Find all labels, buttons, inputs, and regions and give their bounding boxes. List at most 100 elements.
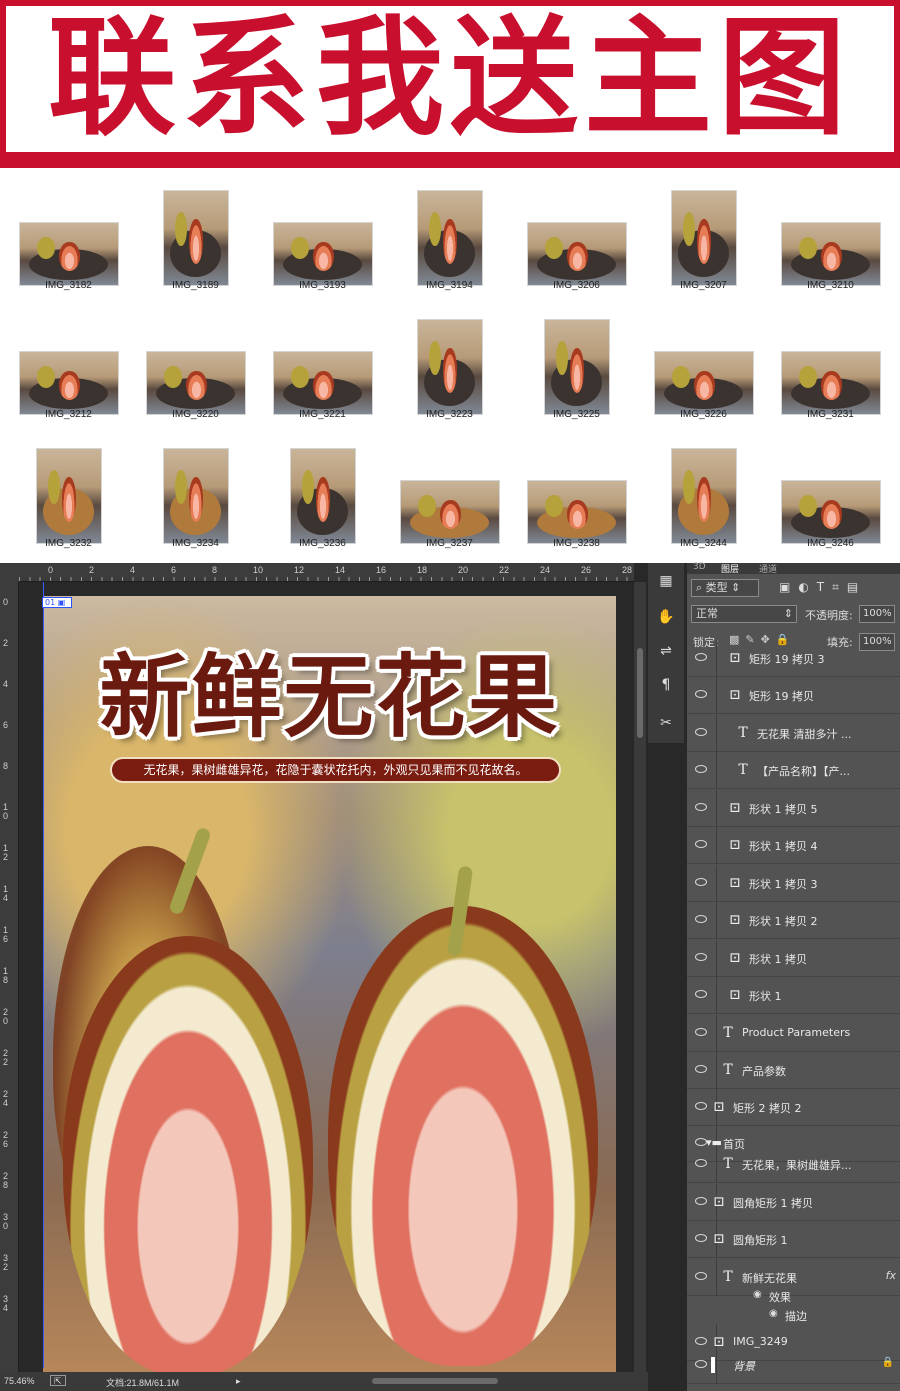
thumbnail-item[interactable]: IMG_3194 bbox=[386, 170, 513, 300]
visibility-eye-icon[interactable] bbox=[695, 1065, 707, 1073]
fig-left-image bbox=[63, 936, 313, 1376]
thumbnail-image bbox=[416, 319, 483, 415]
thumbnail-item[interactable]: IMG_3210 bbox=[767, 170, 894, 300]
visibility-eye-icon[interactable] bbox=[695, 803, 707, 811]
layer-row[interactable]: ⊡ 矩形 2 拷贝 2 bbox=[687, 1089, 900, 1126]
visibility-eye-icon[interactable] bbox=[695, 1159, 707, 1167]
effect-eye-icon[interactable]: ◉ bbox=[769, 1308, 778, 1319]
thumbnail-item[interactable]: IMG_3232 bbox=[5, 428, 132, 558]
visibility-eye-icon[interactable] bbox=[695, 1360, 707, 1368]
layer-row[interactable]: ⊡ 圆角矩形 1 拷贝 bbox=[687, 1184, 900, 1221]
layer-name: Product Parameters bbox=[742, 1026, 851, 1039]
scroll-thumb[interactable] bbox=[637, 648, 643, 738]
horizontal-scroll-thumb[interactable] bbox=[372, 1378, 498, 1384]
doc-size: 文档:21.8M/61.1M bbox=[106, 1378, 180, 1388]
adjust-icon[interactable]: ⇌ bbox=[656, 641, 676, 661]
artboard-canvas[interactable]: 新鲜无花果 无花果，果树雌雄异花，花隐于囊状花托内，外观只见果而不见花故名。 bbox=[43, 596, 616, 1382]
layer-filter-select[interactable]: ⌕ 类型 ⇕ bbox=[691, 579, 759, 597]
layer-row[interactable]: ◉ 效果 bbox=[687, 1286, 900, 1305]
fx-badge[interactable]: fx bbox=[886, 1269, 896, 1282]
thumbnail-item[interactable]: IMG_3234 bbox=[132, 428, 259, 558]
zoom-level[interactable]: 75.46% bbox=[4, 1376, 35, 1386]
visibility-eye-icon[interactable] bbox=[695, 1272, 707, 1280]
thumbnail-image bbox=[416, 190, 483, 286]
row-divider bbox=[716, 640, 717, 677]
paragraph-icon[interactable]: ¶ bbox=[656, 675, 676, 695]
visibility-eye-icon[interactable] bbox=[695, 690, 707, 698]
thumbnail-item[interactable]: IMG_3206 bbox=[513, 170, 640, 300]
thumbnail-item[interactable]: IMG_3220 bbox=[132, 299, 259, 429]
thumbnail-item[interactable]: IMG_3223 bbox=[386, 299, 513, 429]
ruler-tick-label: 28 bbox=[622, 565, 633, 575]
layer-row[interactable]: ⊡ 形状 1 拷贝 5 bbox=[687, 790, 900, 827]
ruler-tick-label: 12 bbox=[294, 565, 305, 575]
thumbnail-item[interactable]: IMG_3231 bbox=[767, 299, 894, 429]
visibility-eye-icon[interactable] bbox=[695, 653, 707, 661]
layer-row[interactable]: ⊡ 形状 1 拷贝 2 bbox=[687, 902, 900, 939]
visibility-eye-icon[interactable] bbox=[695, 878, 707, 886]
canvas-scrollbar[interactable] bbox=[634, 582, 646, 1372]
ruler-tick-label: 16 bbox=[376, 565, 387, 575]
layer-row[interactable]: T 无花果，果树雌雄异... bbox=[687, 1146, 900, 1183]
thumbnail-item[interactable]: IMG_3207 bbox=[640, 170, 767, 300]
ruler-tick-label: 24 bbox=[540, 565, 551, 575]
layer-row[interactable]: ⊡ 矩形 19 拷贝 bbox=[687, 677, 900, 714]
visibility-eye-icon[interactable] bbox=[695, 953, 707, 961]
layer-name: 产品参数 bbox=[742, 1065, 786, 1078]
layer-row[interactable]: T 无花果 清甜多汁 ... bbox=[687, 715, 900, 752]
blend-mode-select[interactable]: 正常 ⇕ bbox=[691, 605, 797, 623]
visibility-eye-icon[interactable] bbox=[695, 840, 707, 848]
thumbnail-item[interactable]: IMG_3225 bbox=[513, 299, 640, 429]
tool-preset-icon[interactable]: ✂ bbox=[656, 713, 676, 733]
visibility-eye-icon[interactable] bbox=[695, 728, 707, 736]
thumbnail-item[interactable]: IMG_3189 bbox=[132, 170, 259, 300]
layer-row[interactable]: ⊡ 形状 1 拷贝 4 bbox=[687, 827, 900, 864]
layer-row[interactable]: ⊡ 矩形 19 拷贝 3 bbox=[687, 640, 900, 677]
history-icon[interactable]: ▦ bbox=[656, 571, 676, 591]
ruler-tick-label: 1 2 bbox=[3, 843, 9, 862]
document-canvas-area[interactable]: 新鲜无花果 无花果，果树雌雄异花，花隐于囊状花托内，外观只见果而不见花故名。 0… bbox=[19, 582, 634, 1382]
layer-row[interactable]: T 【产品名称】【产... bbox=[687, 752, 900, 789]
ruler-tick-label: 10 bbox=[253, 565, 264, 575]
layer-row[interactable]: ⊡ 圆角矩形 1 bbox=[687, 1221, 900, 1258]
thumbnail-item[interactable]: IMG_3244 bbox=[640, 428, 767, 558]
layer-row[interactable]: 背景 🔒 bbox=[687, 1347, 900, 1384]
layer-row[interactable]: ⊡ 形状 1 拷贝 3 bbox=[687, 865, 900, 902]
layer-row[interactable]: ⊡ 形状 1 bbox=[687, 977, 900, 1014]
layer-row[interactable]: ⊡ 形状 1 拷贝 bbox=[687, 940, 900, 977]
ruler-tick-label: 26 bbox=[581, 565, 592, 575]
shape-layer-icon: ⊡ bbox=[729, 875, 741, 891]
row-divider bbox=[716, 940, 717, 977]
status-arrow-icon[interactable]: ▸ bbox=[236, 1376, 241, 1387]
effect-eye-icon[interactable]: ◉ bbox=[753, 1289, 762, 1300]
thumbnail-item[interactable]: IMG_3212 bbox=[5, 299, 132, 429]
export-icon[interactable]: ⇱ bbox=[50, 1375, 66, 1386]
opacity-label: 不透明度: bbox=[805, 609, 853, 622]
thumbnail-item[interactable]: IMG_3236 bbox=[259, 428, 386, 558]
layer-row[interactable]: ◉ 描边 bbox=[687, 1305, 900, 1324]
thumbnail-item[interactable]: IMG_3182 bbox=[5, 170, 132, 300]
thumbnail-item[interactable]: IMG_3238 bbox=[513, 428, 640, 558]
brush-icon[interactable]: ✋ bbox=[656, 607, 676, 627]
visibility-eye-icon[interactable] bbox=[695, 765, 707, 773]
visibility-eye-icon[interactable] bbox=[695, 1102, 707, 1110]
visibility-eye-icon[interactable] bbox=[695, 990, 707, 998]
tab-layers[interactable]: 图层 bbox=[721, 562, 739, 575]
visibility-eye-icon[interactable] bbox=[695, 1197, 707, 1205]
layer-row[interactable]: T 产品参数 bbox=[687, 1052, 900, 1089]
thumbnail-item[interactable]: IMG_3193 bbox=[259, 170, 386, 300]
layer-row[interactable]: T Product Parameters bbox=[687, 1015, 900, 1052]
visibility-eye-icon[interactable] bbox=[695, 1337, 707, 1345]
thumbnail-item[interactable]: IMG_3246 bbox=[767, 428, 894, 558]
tab-3d[interactable]: 3D bbox=[693, 562, 706, 572]
thumbnail-item[interactable]: IMG_3221 bbox=[259, 299, 386, 429]
opacity-input[interactable]: 100% bbox=[859, 605, 895, 623]
visibility-eye-icon[interactable] bbox=[695, 915, 707, 923]
visibility-eye-icon[interactable] bbox=[695, 1234, 707, 1242]
visibility-eye-icon[interactable] bbox=[695, 1028, 707, 1036]
filter-icons[interactable]: ▣◐T⌗▤ bbox=[779, 580, 866, 595]
tab-channels[interactable]: 通道 bbox=[759, 562, 777, 575]
thumbnail-item[interactable]: IMG_3237 bbox=[386, 428, 513, 558]
thumbnail-item[interactable]: IMG_3226 bbox=[640, 299, 767, 429]
shape-layer-icon: ⊡ bbox=[729, 800, 741, 816]
